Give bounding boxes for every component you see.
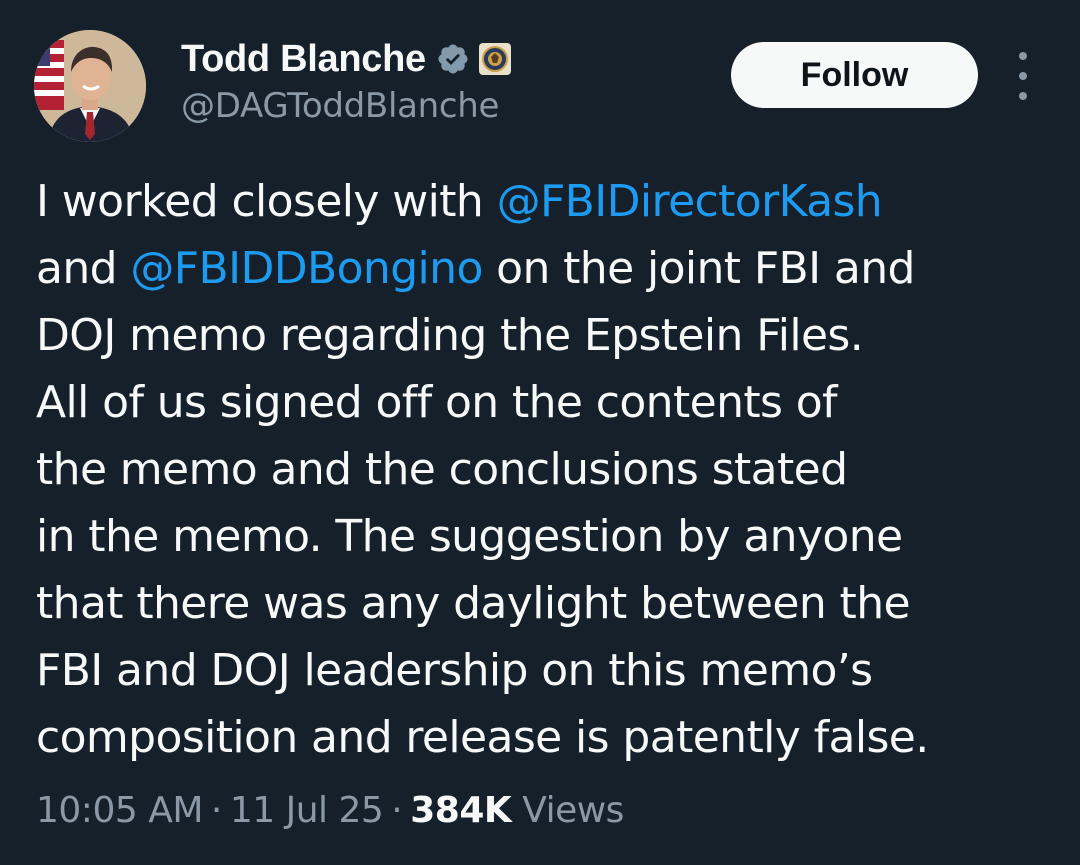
- author-handle[interactable]: @DAGToddBlanche: [181, 86, 512, 126]
- tweet-time[interactable]: 10:05 AM: [36, 790, 203, 831]
- more-options-icon[interactable]: [1010, 52, 1036, 100]
- doj-seal-icon[interactable]: [478, 42, 512, 76]
- tweet-text-segment: that there was any daylight between the: [36, 578, 911, 629]
- more-dot: [1019, 92, 1027, 100]
- tweet: Todd Blanche @DAGToddBlanche Follow I wo…: [0, 0, 1080, 865]
- avatar[interactable]: [34, 30, 146, 142]
- meta-separator: ·: [210, 790, 222, 831]
- avatar-image: [34, 30, 146, 142]
- follow-button[interactable]: Follow: [731, 42, 978, 108]
- tweet-text-segment: on the joint FBI and: [482, 243, 915, 294]
- tweet-text-line: that there was any daylight between the: [36, 570, 1036, 637]
- tweet-text-line: and @FBIDDBongino on the joint FBI and: [36, 235, 1036, 302]
- tweet-text-line: composition and release is patently fals…: [36, 704, 1036, 771]
- verified-badge-icon[interactable]: [436, 42, 470, 76]
- tweet-text-line: I worked closely with @FBIDirectorKash: [36, 168, 1036, 235]
- tweet-text-segment: I worked closely with: [36, 176, 497, 227]
- author-names: Todd Blanche @DAGToddBlanche: [181, 36, 512, 126]
- tweet-text-segment: FBI and DOJ leadership on this memo’s: [36, 645, 873, 696]
- more-dot: [1019, 72, 1027, 80]
- tweet-text: I worked closely with @FBIDirectorKash an…: [36, 168, 1036, 771]
- tweet-text-segment: and: [36, 243, 131, 294]
- more-dot: [1019, 52, 1027, 60]
- tweet-meta: 10:05 AM · 11 Jul 25 · 384K Views: [36, 790, 624, 831]
- mention-link[interactable]: @FBIDDBongino: [130, 243, 483, 294]
- tweet-text-segment: DOJ memo regarding the Epstein Files.: [36, 310, 864, 361]
- views-label: Views: [522, 790, 624, 831]
- tweet-text-segment: All of us signed off on the contents of: [36, 377, 838, 428]
- meta-separator: ·: [391, 790, 403, 831]
- tweet-text-line: DOJ memo regarding the Epstein Files.: [36, 302, 1036, 369]
- mention-link[interactable]: @FBIDirectorKash: [497, 176, 883, 227]
- tweet-text-line: FBI and DOJ leadership on this memo’s: [36, 637, 1036, 704]
- views-count: 384K: [410, 790, 512, 831]
- tweet-text-segment: composition and release is patently fals…: [36, 712, 929, 763]
- tweet-text-segment: in the memo. The suggestion by anyone: [36, 511, 903, 562]
- display-name[interactable]: Todd Blanche: [181, 38, 426, 81]
- display-name-row: Todd Blanche: [181, 36, 512, 82]
- tweet-date[interactable]: 11 Jul 25: [230, 790, 384, 831]
- tweet-text-line: the memo and the conclusions stated: [36, 436, 1036, 503]
- tweet-text-line: in the memo. The suggestion by anyone: [36, 503, 1036, 570]
- tweet-text-line: All of us signed off on the contents of: [36, 369, 1036, 436]
- tweet-text-segment: the memo and the conclusions stated: [36, 444, 848, 495]
